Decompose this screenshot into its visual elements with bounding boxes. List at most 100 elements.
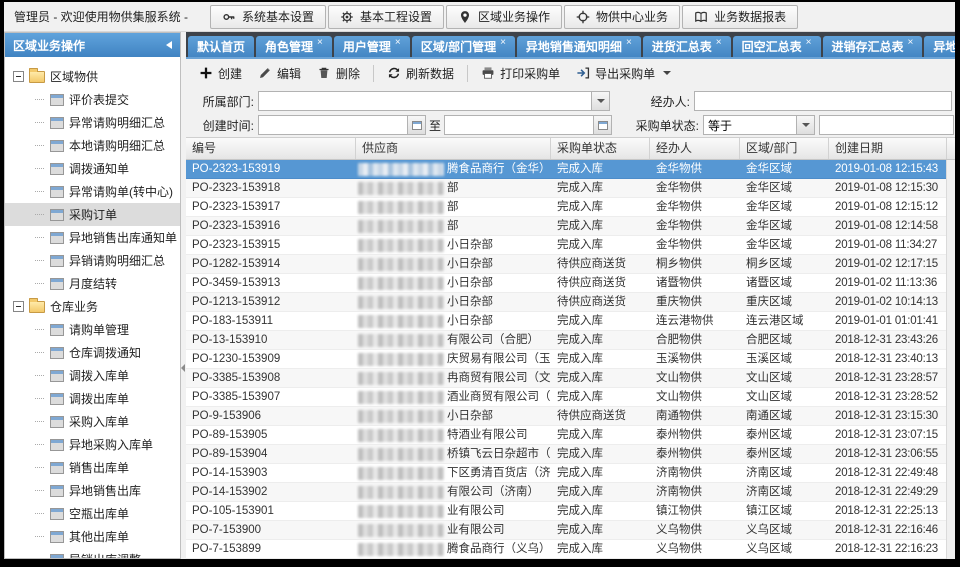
table-row[interactable]: PO-3385-153907酒业商贸有限公司（文山）完成入库文山物供文山区域20… xyxy=(186,388,955,407)
cell-po: PO-3459-153913 xyxy=(186,274,356,292)
table-row[interactable]: PO-13-153910有限公司（合肥）完成入库合肥物供合肥区域2018-12-… xyxy=(186,331,955,350)
splitter-collapse-icon[interactable] xyxy=(181,364,185,372)
tree-item-7[interactable]: 异地销售出库通知单 xyxy=(5,226,180,249)
table-row[interactable]: PO-9-153906小日杂部待供应商送货南通物供南通区域2018-12-31 … xyxy=(186,407,955,426)
table-row[interactable]: PO-89-153905特酒业有限公司完成入库泰州物供泰州区域2018-12-3… xyxy=(186,426,955,445)
table-row[interactable]: PO-3459-153913小日杂部待供应商送货诸暨物供诸暨区域2019-01-… xyxy=(186,274,955,293)
created-from-field[interactable] xyxy=(258,115,426,135)
table-row[interactable]: PO-1213-153912小日杂部待供应商送货重庆物供重庆区域2019-01-… xyxy=(186,293,955,312)
menu-button-target[interactable]: 物供中心业务 xyxy=(564,5,680,29)
table-row[interactable]: PO-14-153903下区勇清百货店（济南）完成入库济南物供济南区域2018-… xyxy=(186,464,955,483)
created-to-input[interactable] xyxy=(445,116,593,134)
created-from-calendar-icon[interactable] xyxy=(407,116,425,134)
tree-item-13[interactable]: 调拨入库单 xyxy=(5,364,180,387)
tab-4[interactable]: 异地销售通知明细× xyxy=(517,36,641,57)
tree-item-9[interactable]: 月度结转 xyxy=(5,272,180,295)
tree-item-0[interactable]: 区域物供 xyxy=(5,65,180,88)
cell-supplier: 业有限公司 xyxy=(356,521,551,539)
collapse-sidebar-icon[interactable] xyxy=(166,41,172,49)
table-row[interactable]: PO-3385-153908冉商贸有限公司（文山）完成入库文山物供文山区域201… xyxy=(186,369,955,388)
tab-close-icon[interactable]: × xyxy=(626,37,632,48)
tab-close-icon[interactable]: × xyxy=(500,37,506,48)
tree-item-14[interactable]: 调拨出库单 xyxy=(5,387,180,410)
table-row[interactable]: PO-2323-153915小日杂部完成入库金华物供金华区域2019-01-08… xyxy=(186,236,955,255)
handler-input[interactable] xyxy=(695,92,951,110)
column-header-4[interactable]: 区域/部门 xyxy=(740,138,829,159)
table-row[interactable]: PO-183-153911小日杂部完成入库连云港物供连云港区域2019-01-0… xyxy=(186,312,955,331)
table-row[interactable]: PO-7-153900业有限公司完成入库义乌物供义乌区域2018-12-31 2… xyxy=(186,521,955,540)
table-row[interactable]: PO-14-153902有限公司（济南）完成入库济南物供济南区域2018-12-… xyxy=(186,483,955,502)
department-combo[interactable] xyxy=(258,91,610,111)
status-value-field[interactable] xyxy=(819,115,954,135)
tab-8[interactable]: 异地销售调整明细× xyxy=(924,36,955,57)
tree-item-1[interactable]: 评价表提交 xyxy=(5,88,180,111)
department-dropdown-icon[interactable] xyxy=(591,92,609,110)
column-header-3[interactable]: 经办人 xyxy=(650,138,740,159)
tree-item-15[interactable]: 采购入库单 xyxy=(5,410,180,433)
tree-item-label: 异地采购入库单 xyxy=(69,436,153,453)
table-row[interactable]: PO-105-153901业有限公司完成入库镇江物供镇江区域2018-12-31… xyxy=(186,502,955,521)
tree-item-6[interactable]: 采购订单 xyxy=(5,203,180,226)
tab-close-icon[interactable]: × xyxy=(806,37,812,48)
tab-3[interactable]: 区域/部门管理× xyxy=(412,36,515,57)
tree-item-8[interactable]: 异销请购明细汇总 xyxy=(5,249,180,272)
tree-item-21[interactable]: 异销出库调整 xyxy=(5,548,180,558)
tab-1[interactable]: 角色管理× xyxy=(256,36,332,57)
handler-field[interactable] xyxy=(694,91,952,111)
column-header-0[interactable]: 编号 xyxy=(186,138,356,159)
tree-item-2[interactable]: 异常请购明细汇总 xyxy=(5,111,180,134)
tree-item-19[interactable]: 空瓶出库单 xyxy=(5,502,180,525)
tree-item-16[interactable]: 异地采购入库单 xyxy=(5,433,180,456)
status-operator-value[interactable] xyxy=(704,116,796,134)
column-header-5[interactable]: 创建日期 xyxy=(829,138,947,159)
toolbar-button-plus[interactable]: 创建 xyxy=(192,62,249,85)
status-operator-combo[interactable] xyxy=(703,115,815,135)
toolbar-button-trash[interactable]: 删除 xyxy=(310,62,367,85)
tree-item-4[interactable]: 调拨通知单 xyxy=(5,157,180,180)
created-to-field[interactable] xyxy=(444,115,612,135)
table-row[interactable]: PO-2323-153917部完成入库金华物供金华区域2019-01-08 12… xyxy=(186,198,955,217)
tab-5[interactable]: 进货汇总表× xyxy=(643,36,731,57)
tree-item-12[interactable]: 仓库调拨通知 xyxy=(5,341,180,364)
tree-item-18[interactable]: 异地销售出库 xyxy=(5,479,180,502)
table-row[interactable]: PO-1282-153914小日杂部待供应商送货桐乡物供桐乡区域2019-01-… xyxy=(186,255,955,274)
table-row[interactable]: PO-7-153899腾食品商行（义乌）完成入库义乌物供义乌区域2018-12-… xyxy=(186,540,955,559)
created-to-calendar-icon[interactable] xyxy=(593,116,611,134)
menu-button-pin[interactable]: 区域业务操作 xyxy=(446,5,562,29)
tab-0[interactable]: 默认首页 xyxy=(188,36,254,57)
toolbar-button-refresh[interactable]: 刷新数据 xyxy=(380,62,461,85)
tab-6[interactable]: 回空汇总表× xyxy=(733,36,821,57)
status-operator-dropdown-icon[interactable] xyxy=(796,116,814,134)
tab-close-icon[interactable]: × xyxy=(908,37,914,48)
column-header-2[interactable]: 采购单状态 xyxy=(551,138,650,159)
table-row[interactable]: PO-2323-153918部完成入库金华物供金华区域2019-01-08 12… xyxy=(186,179,955,198)
table-row[interactable]: PO-2323-153916部完成入库金华物供金华区域2019-01-08 12… xyxy=(186,217,955,236)
tab-close-icon[interactable]: × xyxy=(716,37,722,48)
tab-close-icon[interactable]: × xyxy=(395,37,401,48)
toolbar-button-pencil[interactable]: 编辑 xyxy=(251,62,308,85)
department-input[interactable] xyxy=(259,92,591,110)
tree-item-11[interactable]: 请购单管理 xyxy=(5,318,180,341)
table-row[interactable]: PO-1230-153909庆贸易有限公司（玉溪）完成入库玉溪物供玉溪区域201… xyxy=(186,350,955,369)
tab-2[interactable]: 用户管理× xyxy=(334,36,410,57)
created-from-input[interactable] xyxy=(259,116,407,134)
menu-button-key[interactable]: 系统基本设置 xyxy=(210,5,326,29)
table-row[interactable]: PO-89-153904桥镇飞云日杂超市（泰州）完成入库泰州物供泰州区域2018… xyxy=(186,445,955,464)
toolbar-button-printer[interactable]: 打印采购单 xyxy=(474,62,567,85)
column-header-1[interactable]: 供应商 xyxy=(356,138,551,159)
menu-button-gear[interactable]: 基本工程设置 xyxy=(328,5,444,29)
tree-item-20[interactable]: 其他出库单 xyxy=(5,525,180,548)
tree-collapse-toggle-icon[interactable] xyxy=(13,301,24,312)
tree-item-3[interactable]: 本地请购明细汇总 xyxy=(5,134,180,157)
scrollbar-track[interactable] xyxy=(946,160,955,559)
tree-item-17[interactable]: 销售出库单 xyxy=(5,456,180,479)
status-value-input[interactable] xyxy=(820,116,953,134)
menu-button-report[interactable]: 业务数据报表 xyxy=(682,5,798,29)
tree-item-5[interactable]: 异常请购单(转中心) xyxy=(5,180,180,203)
tab-7[interactable]: 进销存汇总表× xyxy=(823,36,923,57)
tree-item-10[interactable]: 仓库业务 xyxy=(5,295,180,318)
tree-collapse-toggle-icon[interactable] xyxy=(13,71,24,82)
toolbar-button-export[interactable]: 导出采购单 xyxy=(569,62,678,85)
tab-close-icon[interactable]: × xyxy=(317,37,323,48)
table-row[interactable]: PO-2323-153919腾食品商行（金华）完成入库金华物供金华区域2019-… xyxy=(186,160,955,179)
